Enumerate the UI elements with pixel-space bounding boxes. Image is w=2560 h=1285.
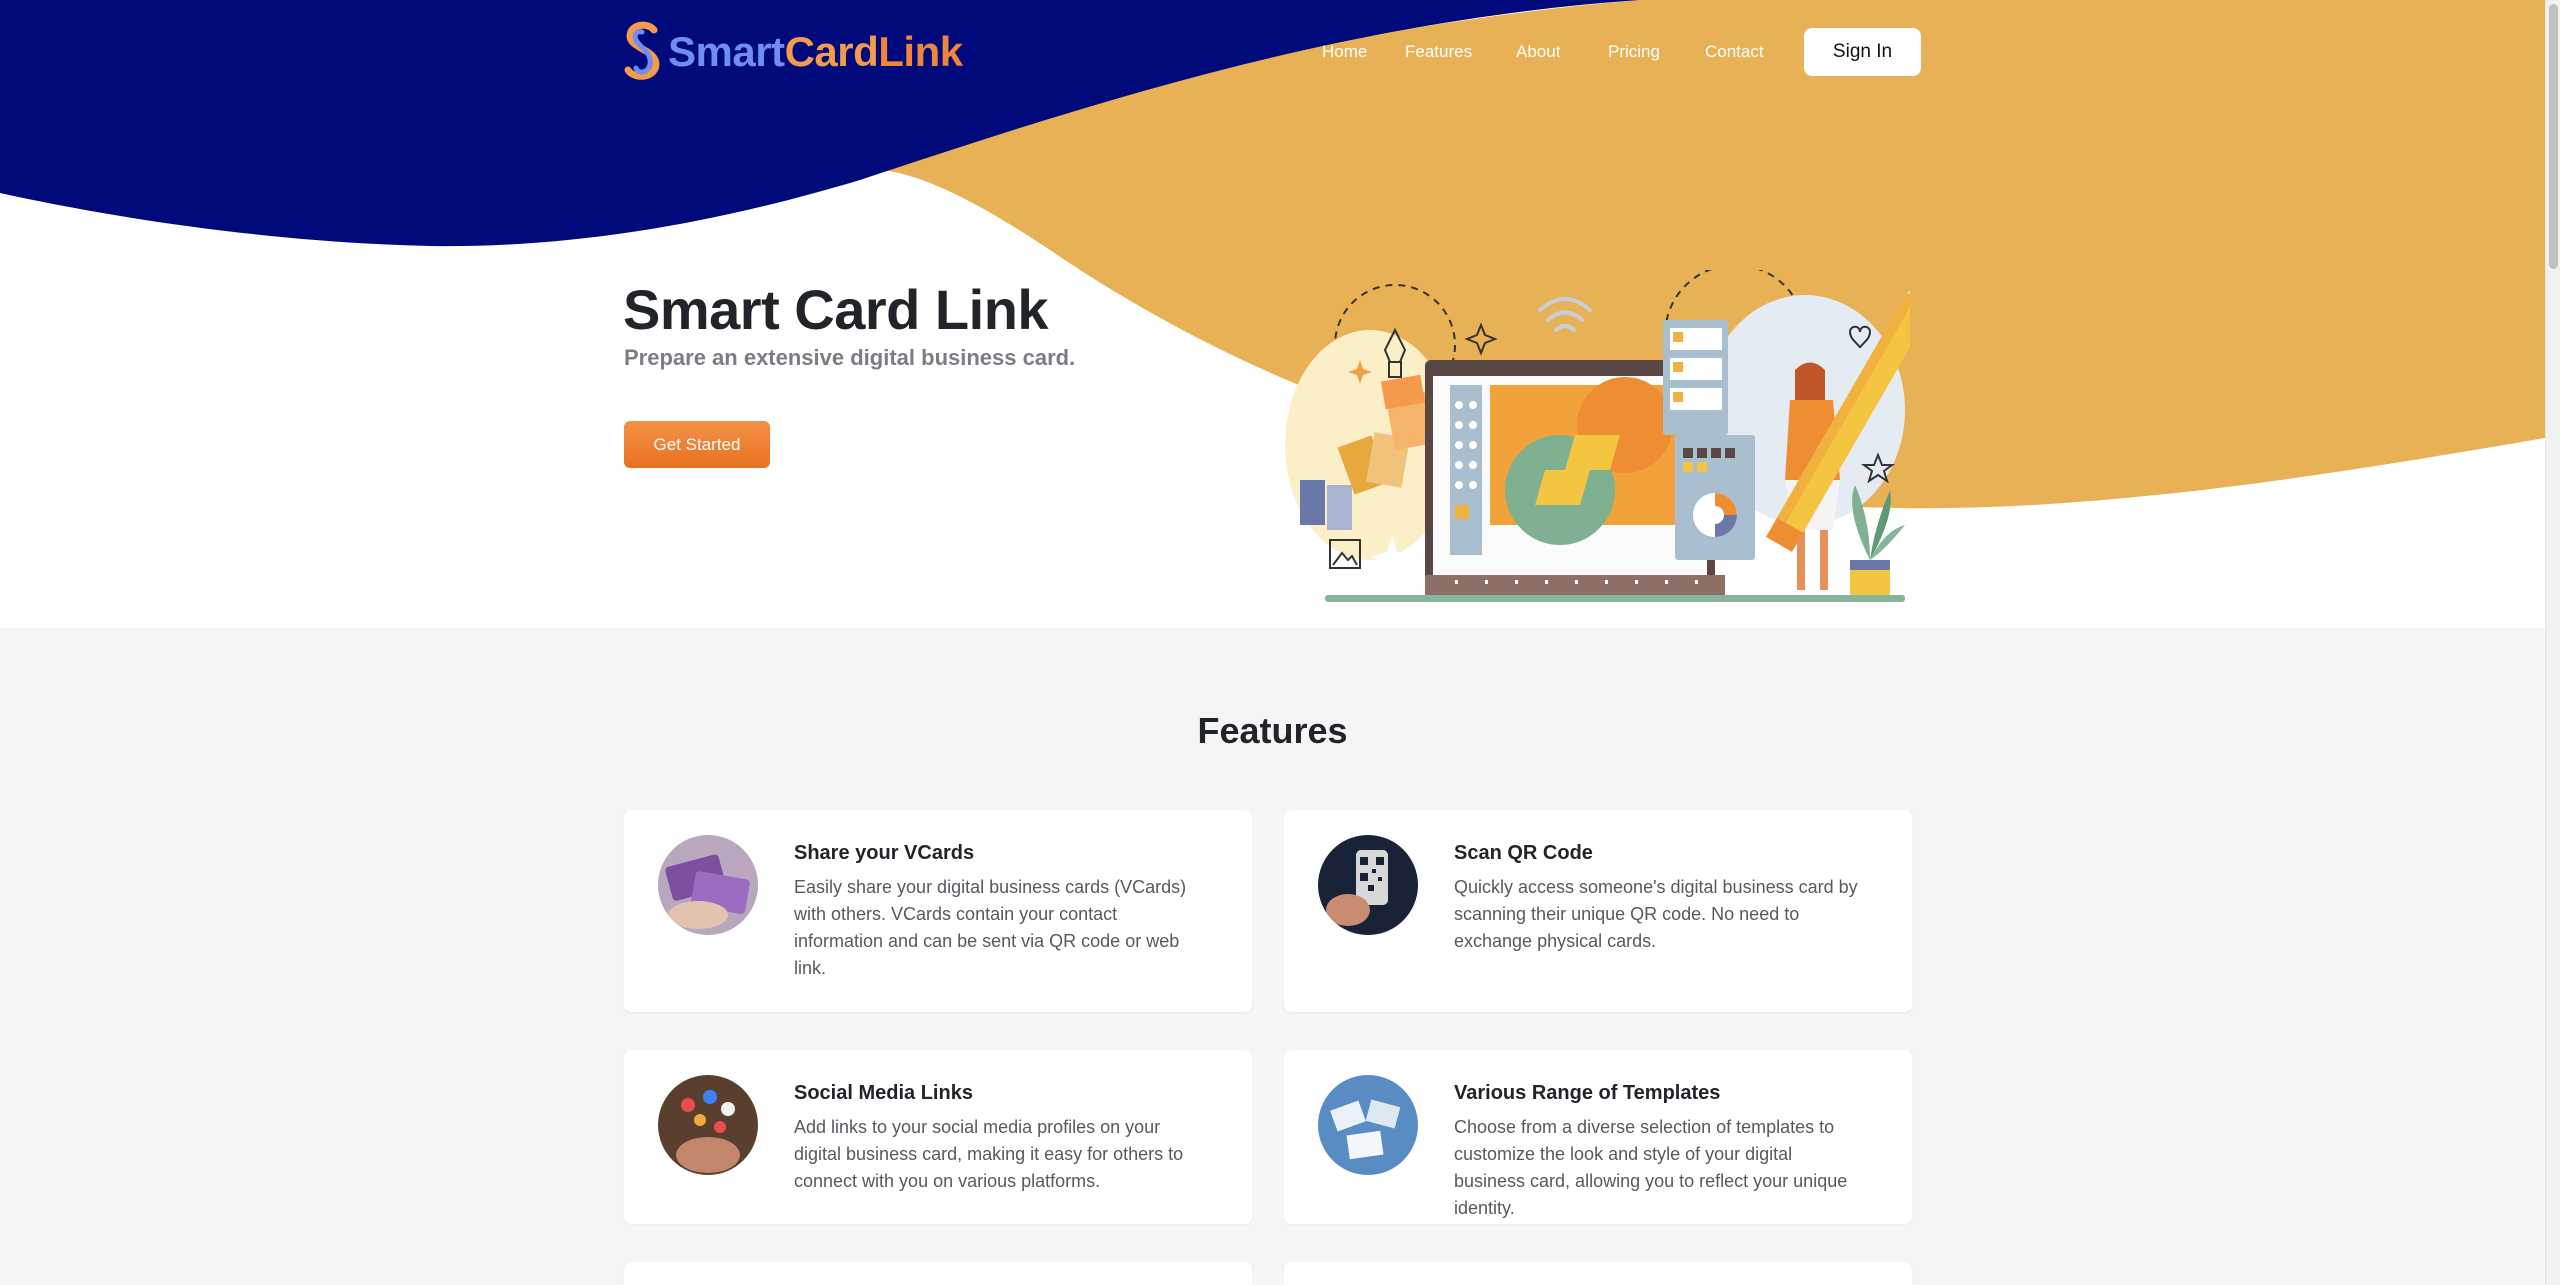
feature-card-description: Choose from a diverse selection of templ… <box>1454 1117 1848 1218</box>
feature-card-qr[interactable]: Scan QR Code Quickly access someone's di… <box>1284 810 1912 1012</box>
logo-smart: Smart <box>668 28 785 75</box>
brand-logo[interactable]: SmartCardLink <box>622 20 963 84</box>
feature-card-title: Share your VCards <box>794 842 975 864</box>
hero-background <box>0 0 2545 509</box>
nav-home[interactable]: Home <box>1322 42 1367 62</box>
templates-image <box>1318 1075 1418 1175</box>
logo-card: Card <box>784 28 879 75</box>
social-media-image <box>658 1075 758 1175</box>
vertical-scrollbar[interactable] <box>2545 0 2560 1285</box>
feature-card-templates[interactable]: Various Range of Templates Choose from a… <box>1284 1050 1912 1224</box>
logo-link: Link <box>878 28 963 75</box>
get-started-button[interactable]: Get Started <box>624 421 770 468</box>
hero-title: Smart Card Link <box>623 278 1049 341</box>
feature-card-description: Add links to your social media profiles … <box>794 1117 1184 1191</box>
feature-card-title: Various Range of Templates <box>1454 1082 1721 1104</box>
wifi-icon <box>1538 297 1592 332</box>
logo-wordmark: SmartCardLink <box>668 28 963 76</box>
feature-card-title: Scan QR Code <box>1454 842 1593 864</box>
qr-code-image <box>1318 835 1418 935</box>
nav-features[interactable]: Features <box>1405 42 1472 62</box>
plant-icon <box>1850 485 1905 595</box>
feature-card-title: Social Media Links <box>794 1082 973 1104</box>
vcards-image <box>658 835 758 935</box>
scrollbar-thumb[interactable] <box>2549 4 2558 269</box>
logo-s-icon <box>624 21 660 80</box>
nav-pricing[interactable]: Pricing <box>1608 42 1660 62</box>
nav-about[interactable]: About <box>1516 42 1560 62</box>
page: SmartCardLink Home Features About Pricin… <box>0 0 2545 1285</box>
feature-card-vcards[interactable]: Share your VCards Easily share your digi… <box>624 810 1252 1012</box>
sign-in-button[interactable]: Sign In <box>1804 28 1921 76</box>
nav-contact[interactable]: Contact <box>1705 42 1764 62</box>
feature-card-next-right[interactable] <box>1284 1262 1912 1285</box>
feature-card-description: Quickly access someone's digital busines… <box>1454 877 1858 951</box>
feature-card-description: Easily share your digital business cards… <box>794 877 1187 978</box>
hero-illustration <box>1285 270 1910 602</box>
feature-card-social[interactable]: Social Media Links Add links to your soc… <box>624 1050 1252 1224</box>
features-section: Features Share your VCards Easily share … <box>0 628 2545 1285</box>
feature-card-next-left[interactable] <box>624 1262 1252 1285</box>
hero-subtitle: Prepare an extensive digital business ca… <box>624 345 1076 370</box>
features-title: Features <box>1197 710 1348 751</box>
